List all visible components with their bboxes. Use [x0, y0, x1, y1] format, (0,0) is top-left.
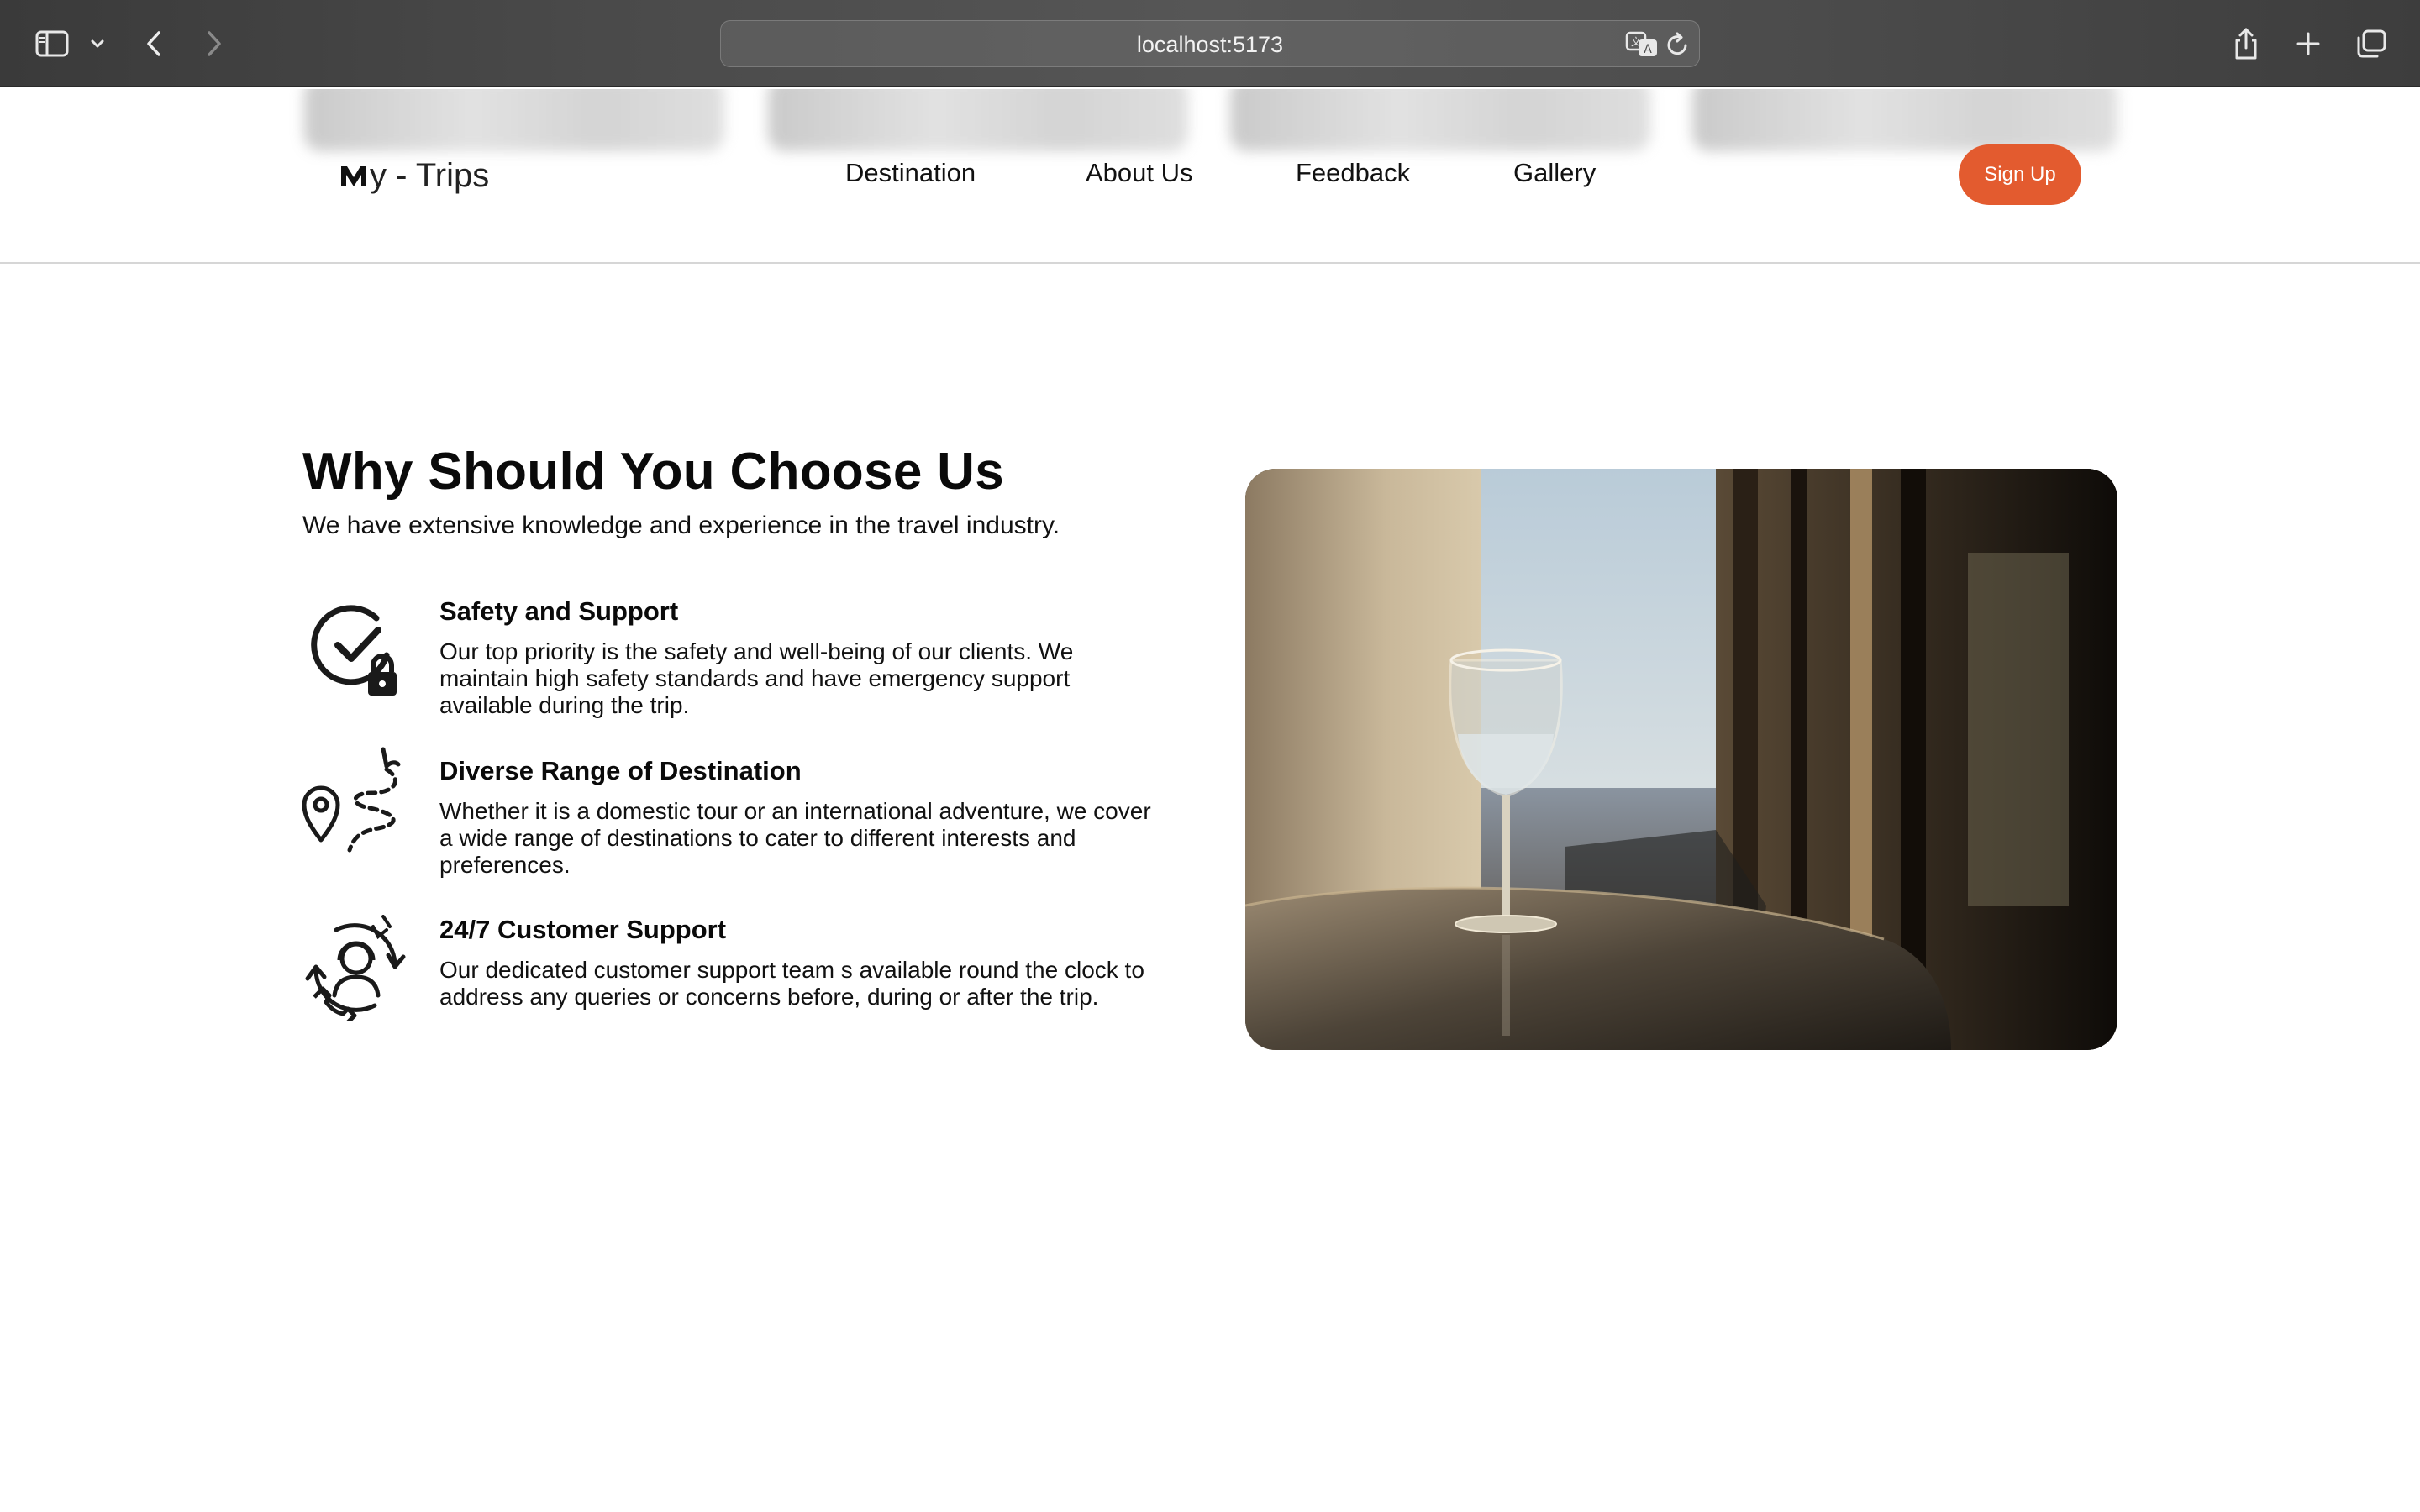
nav-feedback[interactable]: Feedback	[1296, 158, 1410, 188]
site-header: y - Trips Destination About Us Feedback …	[0, 89, 2420, 264]
svg-text:A: A	[1644, 43, 1652, 56]
back-icon[interactable]	[141, 22, 166, 66]
nav-gallery[interactable]: Gallery	[1513, 158, 1596, 188]
chevron-down-icon[interactable]	[87, 22, 108, 66]
route-pin-icon	[302, 746, 408, 853]
feature-title: Diverse Range of Destination	[439, 756, 802, 785]
blurred-card	[1230, 89, 1650, 151]
svg-text:文: 文	[1631, 35, 1641, 48]
feature-title: 24/7 Customer Support	[439, 915, 727, 944]
feature-description: Our dedicated customer support team s av…	[439, 957, 1144, 1010]
scrolled-content-preview	[0, 89, 2420, 153]
feature-description: Our top priority is the safety and well-…	[439, 638, 1074, 718]
sign-up-button[interactable]: Sign Up	[1959, 144, 2081, 205]
section-subtitle: We have extensive knowledge and experien…	[302, 512, 1060, 539]
blurred-card	[768, 89, 1188, 151]
share-icon[interactable]	[2232, 22, 2260, 66]
forward-icon[interactable]	[202, 22, 227, 66]
nav-about-us[interactable]: About Us	[1086, 158, 1193, 188]
nav-destination[interactable]: Destination	[845, 158, 976, 188]
feature-description: Whether it is a domestic tour or an inte…	[439, 798, 1151, 878]
blurred-card	[304, 89, 724, 151]
reload-icon[interactable]	[1665, 31, 1691, 62]
shield-check-lock-icon	[302, 596, 408, 702]
section-title: Why Should You Choose Us	[302, 443, 1005, 501]
customer-support-icon	[302, 915, 408, 1024]
url-text: localhost:5173	[1136, 32, 1284, 57]
blurred-card	[1692, 89, 2118, 151]
new-tab-icon[interactable]	[2294, 22, 2323, 66]
translate-icon[interactable]: A文	[1625, 30, 1659, 63]
address-bar[interactable]: localhost:5173 A文	[720, 20, 1700, 67]
site-logo[interactable]: y - Trips	[339, 155, 489, 197]
logo-m-icon	[341, 166, 366, 186]
logo-text: y - Trips	[370, 156, 490, 194]
sidebar-icon[interactable]	[34, 22, 71, 66]
feature-title: Safety and Support	[439, 596, 679, 626]
browser-toolbar: localhost:5173 A文	[0, 0, 2420, 87]
wine-glass-photo	[1245, 469, 2118, 1050]
tabs-overview-icon[interactable]	[2354, 22, 2388, 66]
why-choose-us-section: Why Should You Choose Us We have extensi…	[0, 265, 2420, 1512]
